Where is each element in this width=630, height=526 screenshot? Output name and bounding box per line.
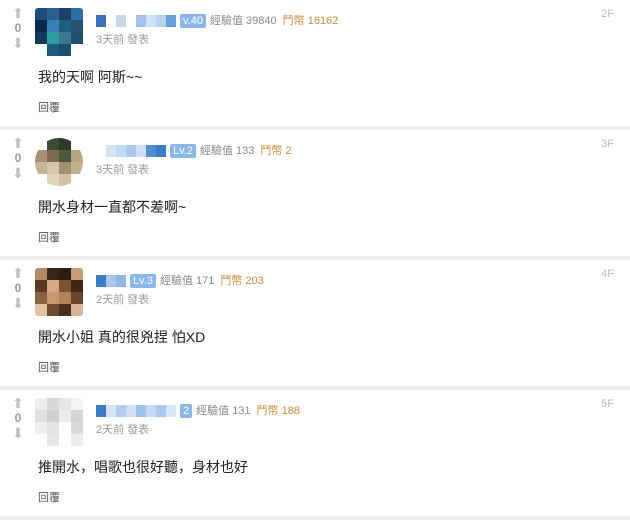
comment-body: 開水小姐 真的很兇捏 怕XD [38, 329, 206, 345]
vote-control: ⬆ 0 ⬇ [8, 396, 28, 440]
downvote-icon[interactable]: ⬇ [8, 166, 28, 180]
exp-label: 經驗值 [199, 145, 233, 157]
level-badge: 2 [180, 404, 193, 419]
downvote-icon[interactable]: ⬇ [8, 296, 28, 310]
reply-button[interactable]: 回覆 [38, 489, 60, 505]
floor-number: 5F [601, 398, 614, 410]
post-time: 3天前 發表 [96, 34, 150, 46]
exp-value: 171 [196, 275, 215, 287]
floor-number: 3F [601, 138, 614, 150]
level-badge: v.40 [180, 14, 206, 29]
reply-button[interactable]: 回覆 [38, 99, 60, 115]
upvote-icon[interactable]: ⬆ [8, 396, 28, 410]
level-badge: Lv.3 [130, 274, 156, 289]
exp-label: 經驗值 [196, 405, 230, 417]
username-blurred[interactable] [96, 275, 126, 288]
reply-button[interactable]: 回覆 [38, 229, 60, 245]
avatar[interactable] [35, 8, 83, 56]
gp-value: 203 [245, 275, 264, 287]
comment-item: ⬆ 0 ⬇ v.40 經驗值 39840 鬥幣 16162 3天前 發表 2F 我的… [0, 0, 630, 130]
gp-label: 鬥幣 [220, 275, 243, 287]
gp-label: 鬥幣 [256, 405, 279, 417]
gp-value: 16162 [307, 15, 339, 27]
comment-meta: Lv.2 經驗值 133 鬥幣 2 [96, 142, 292, 159]
comment-item: ⬆ 0 ⬇ Lv.3 經驗值 171 鬥幣 203 2天前 發表 4F 開水小姐 真… [0, 260, 630, 390]
downvote-icon[interactable]: ⬇ [8, 426, 28, 440]
comment-meta: 2 經驗值 131 鬥幣 188 [96, 402, 300, 419]
gp-value: 188 [281, 405, 300, 417]
level-badge: Lv.2 [170, 144, 196, 159]
upvote-icon[interactable]: ⬆ [8, 266, 28, 280]
comment-meta: Lv.3 經驗值 171 鬥幣 203 [96, 272, 264, 289]
exp-label: 經驗值 [209, 15, 243, 27]
vote-count: 0 [14, 21, 22, 35]
upvote-icon[interactable]: ⬆ [8, 6, 28, 20]
exp-value: 133 [236, 145, 255, 157]
avatar[interactable] [35, 398, 83, 446]
reply-button[interactable]: 回覆 [38, 359, 60, 375]
exp-label: 經驗值 [159, 275, 193, 287]
comment-meta: v.40 經驗值 39840 鬥幣 16162 [96, 12, 339, 29]
vote-count: 0 [14, 281, 22, 295]
vote-count: 0 [14, 411, 22, 425]
vote-count: 0 [14, 151, 22, 165]
post-time: 3天前 發表 [96, 164, 150, 176]
username-blurred[interactable] [96, 15, 176, 28]
downvote-icon[interactable]: ⬇ [8, 36, 28, 50]
avatar[interactable] [35, 268, 83, 316]
comment-body: 開水身材一直都不差啊~ [38, 199, 187, 215]
gp-label: 鬥幣 [260, 145, 283, 157]
username-blurred[interactable] [96, 405, 176, 418]
post-time: 2天前 發表 [96, 424, 150, 436]
comment-body: 我的天啊 阿斯~~ [38, 69, 143, 85]
comment-item: ⬆ 0 ⬇ 2 經驗值 131 鬥幣 188 2天前 發表 5F 推開水，唱歌也很好… [0, 390, 630, 520]
post-time: 2天前 發表 [96, 294, 150, 306]
vote-control: ⬆ 0 ⬇ [8, 136, 28, 180]
floor-number: 4F [601, 268, 614, 280]
gp-value: 2 [285, 145, 292, 157]
avatar[interactable] [35, 138, 83, 186]
vote-control: ⬆ 0 ⬇ [8, 6, 28, 50]
username-blurred[interactable] [96, 145, 166, 158]
upvote-icon[interactable]: ⬆ [8, 136, 28, 150]
gp-label: 鬥幣 [282, 15, 305, 27]
comment-body: 推開水，唱歌也很好聽，身材也好 [38, 459, 248, 475]
exp-value: 39840 [246, 15, 277, 27]
comment-item: ⬆ 0 ⬇ Lv.2 經驗值 133 鬥幣 2 3天前 發表 3F 開水身材一直都不… [0, 130, 630, 260]
vote-control: ⬆ 0 ⬇ [8, 266, 28, 310]
exp-value: 131 [232, 405, 251, 417]
floor-number: 2F [601, 8, 614, 20]
